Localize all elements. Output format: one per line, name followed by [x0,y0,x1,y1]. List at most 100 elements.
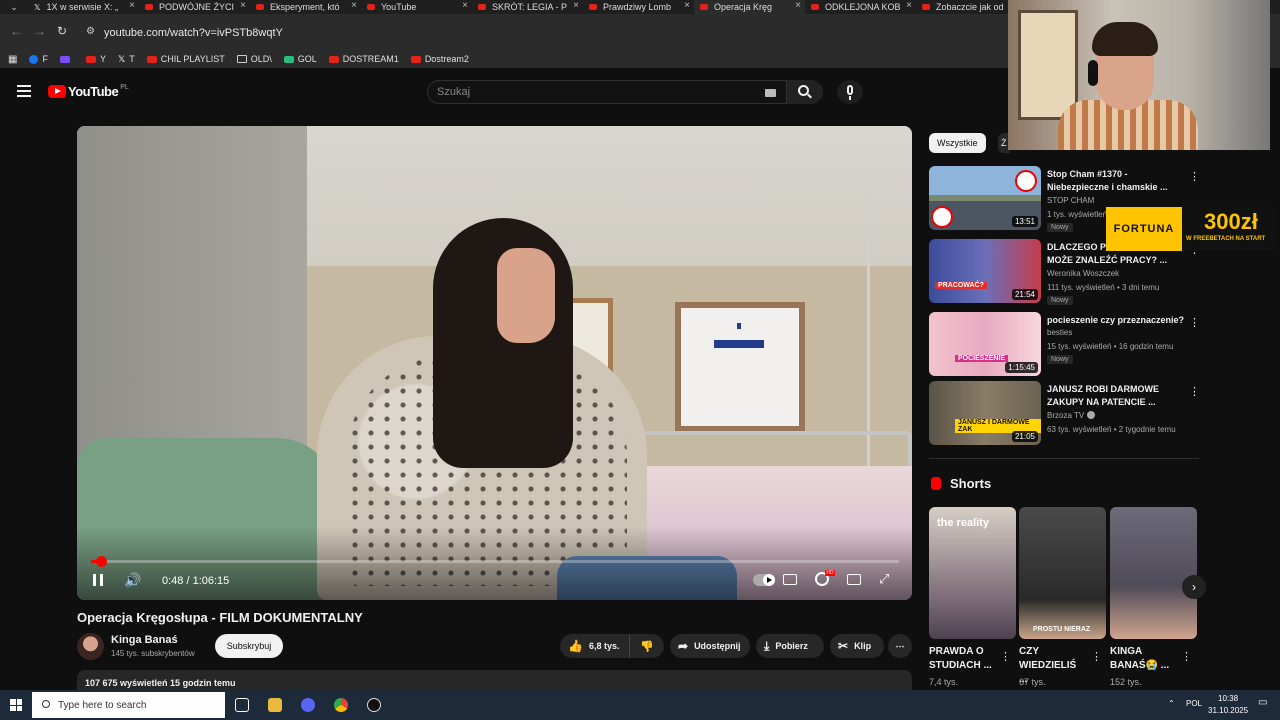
windows-taskbar: Type here to search ⌃ POL 10:38 31.10.202… [0,690,1280,720]
view-count-and-date: 107 675 wyświetleń 15 godzin temu [85,678,236,688]
file-explorer-icon[interactable] [268,698,282,712]
progress-bar[interactable] [91,556,899,567]
bookmark-item[interactable] [59,55,74,63]
hd-badge: HD [825,570,835,576]
volume-icon[interactable]: 🔊 [124,572,141,589]
channel-avatar[interactable] [77,633,104,660]
short-thumbnail[interactable] [1110,507,1197,639]
voice-search-button[interactable] [837,80,863,104]
browser-tab[interactable]: PODWÓJNE ŻYCI × [139,0,250,14]
short-thumbnail[interactable]: PROSTU NIERAZ [1019,507,1106,639]
fullscreen-icon[interactable]: ⤢ [879,571,889,587]
keyboard-icon[interactable] [765,89,776,97]
youtube-icon [922,4,930,10]
like-button[interactable]: 👍 6,8 tys. [560,634,630,658]
back-icon[interactable]: ← [10,24,22,38]
folder-icon [236,55,247,63]
windows-start-icon[interactable] [10,699,22,711]
task-view-icon[interactable] [235,698,249,712]
browser-tab[interactable]: Prawdziwy Lomb × [583,0,694,14]
close-tab-icon[interactable]: × [129,0,135,11]
app-icon[interactable] [367,698,381,712]
pause-button[interactable] [93,574,103,586]
reload-icon[interactable]: ↻ [57,24,67,38]
youtube-icon [478,4,486,10]
theater-mode-button[interactable] [847,574,861,585]
chevron-right-icon[interactable]: › [1182,575,1206,599]
bookmark-item[interactable]: CHIL PLAYLIST [146,54,225,64]
youtube-logo[interactable]: YouTube PL [48,84,129,99]
gol-icon [283,55,294,63]
apps-grid-icon[interactable]: ▦ [8,54,17,65]
bookmark-item[interactable]: Y [85,54,106,64]
bookmark-item[interactable]: DOSTREAM1 [328,54,399,64]
close-tab-icon[interactable]: × [906,0,912,11]
close-tab-icon[interactable]: × [462,0,468,11]
video-thumbnail[interactable]: 13:51 [929,166,1041,230]
channel-with-verified: Brzoza TV [1047,411,1096,420]
site-info-icon[interactable]: ⚙ [86,26,95,37]
scrubber-handle[interactable] [95,556,107,567]
close-tab-icon[interactable]: × [573,0,579,11]
bookmark-item[interactable]: Dostream2 [410,54,469,64]
search-input[interactable]: Szukaj [427,80,787,104]
language-indicator[interactable]: POL [1186,699,1202,708]
close-tab-icon[interactable]: × [240,0,246,11]
more-actions-button[interactable]: ⋯ [888,634,912,658]
video-thumbnail[interactable]: PRACOWAĆ? 21:54 [929,239,1041,303]
channel-name[interactable]: Kinga Banaś [111,634,178,646]
share-button[interactable]: ➦ Udostępnij [670,634,750,658]
chrome-icon[interactable] [334,698,348,712]
browser-tab[interactable]: SKRÓT: LEGIA - P × [472,0,583,14]
more-vertical-icon[interactable]: ⋮ [1189,316,1200,329]
autoplay-toggle[interactable] [753,574,775,586]
forward-icon[interactable]: → [34,24,46,38]
more-vertical-icon[interactable]: ⋮ [1000,650,1011,663]
twitch-icon [59,55,70,63]
dislike-button[interactable]: 👎 [630,640,664,653]
youtube-icon [410,55,421,63]
browser-tab[interactable]: ODKLEJONA KOB × [805,0,916,14]
bookmark-item[interactable]: GOL [283,54,317,64]
more-vertical-icon[interactable]: ⋮ [1189,170,1200,183]
video-thumbnail[interactable]: POCIESZENIE 1:15:45 [929,312,1041,376]
url-field[interactable]: youtube.com/watch?v=ivPSTb8wqtY [104,27,283,39]
facebook-icon [29,54,39,64]
more-vertical-icon[interactable]: ⋮ [1091,650,1102,663]
browser-tab[interactable]: Eksperyment, któ × [250,0,361,14]
youtube-icon [700,4,708,10]
clock[interactable]: 10:38 31.10.2025 [1208,693,1248,717]
more-vertical-icon[interactable]: ⋮ [1181,650,1192,663]
thumbs-down-icon: 👎 [640,640,654,653]
short-thumbnail[interactable]: the reality [929,507,1016,639]
tab-search-icon[interactable]: ⌄ [0,0,28,14]
browser-tab[interactable]: 𝕏 1X w serwisie X: „ × [28,0,139,14]
bookmark-item[interactable]: F [29,54,48,64]
close-tab-icon[interactable]: × [684,0,690,11]
more-vertical-icon[interactable]: ⋮ [1189,385,1200,398]
browser-tab-active[interactable]: Operacja Kręg × [694,0,805,14]
video-player[interactable]: 🔊 0:48 / 1:06:15 HD ⤢ [77,126,912,600]
search-icon [42,700,50,708]
taskbar-search-input[interactable]: Type here to search [32,692,225,718]
browser-tab[interactable]: YouTube × [361,0,472,14]
subscribe-button[interactable]: Subskrybuj [215,634,283,658]
notifications-icon[interactable]: ▭ [1258,697,1267,708]
close-tab-icon[interactable]: × [351,0,357,11]
youtube-icon [328,55,339,63]
bookmark-item[interactable]: 𝕏T [118,54,135,65]
search-button[interactable] [787,80,823,104]
ad-brand: FORTUNA [1106,207,1182,251]
recommendation-item[interactable]: POCIESZENIE 1:15:45 pocieszenie czy prze… [929,312,1200,376]
download-button[interactable]: ⤓ Pobierz [756,634,824,658]
bookmark-folder[interactable]: OLD\ [236,54,272,64]
chevron-up-icon[interactable]: ⌃ [1168,699,1175,708]
recommendation-item[interactable]: JANUSZ I DARMOWE ZAK 21:05 JANUSZ ROBI D… [929,381,1200,445]
video-thumbnail[interactable]: JANUSZ I DARMOWE ZAK 21:05 [929,381,1041,445]
subtitles-button[interactable] [783,574,797,585]
chip-all[interactable]: Wszystkie [929,133,986,153]
close-tab-icon[interactable]: × [795,0,801,11]
discord-icon[interactable] [301,698,315,712]
menu-icon[interactable] [17,85,31,97]
clip-button[interactable]: ✂ Klip [830,634,884,658]
